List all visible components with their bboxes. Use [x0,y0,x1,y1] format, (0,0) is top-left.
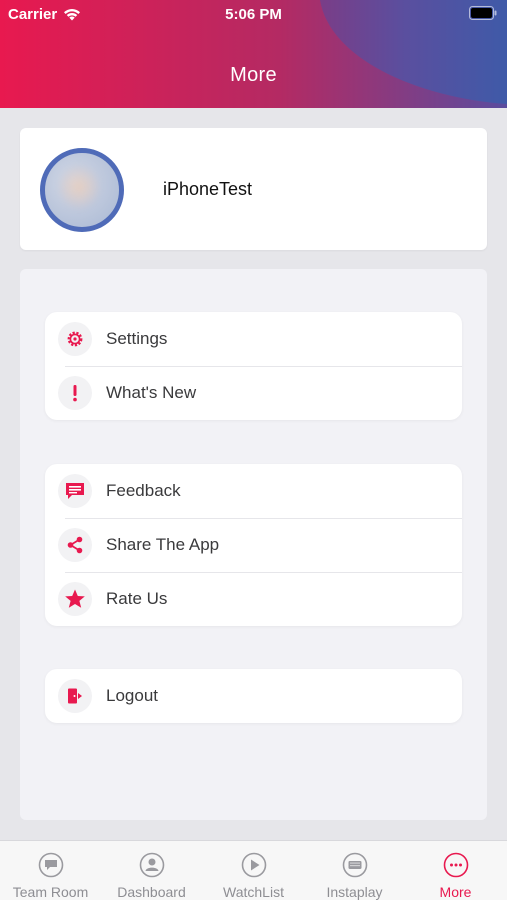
status-bar: Carrier 5:06 PM [0,4,507,24]
menu-item-rate-us[interactable]: Rate Us [45,572,462,626]
menu-item-label: Logout [106,686,158,705]
gear-icon [58,322,92,356]
profile-username: iPhoneTest [163,179,253,199]
page-title: More [230,64,277,86]
tab-label: Dashboard [117,884,186,900]
avatar[interactable] [40,148,124,232]
tab-team-room[interactable]: Team Room [0,841,101,900]
status-time: 5:06 PM [225,6,282,23]
exclamation-icon [58,376,92,410]
menu-item-share[interactable]: Share The App [45,518,462,572]
tab-instaplay[interactable]: Instaplay [304,841,405,900]
menu-item-whats-new[interactable]: What's New [45,366,462,420]
tab-label: Instaplay [326,884,383,900]
tab-watchlist[interactable]: WatchList [203,841,304,900]
chat-icon [58,474,92,508]
tab-bar: Team Room Dashboard WatchList Instaplay [0,840,507,900]
menu-group-1: Settings What's New [45,312,462,420]
menu-item-logout[interactable]: Logout [45,669,462,723]
share-icon [58,528,92,562]
menu-item-settings[interactable]: Settings [45,312,462,366]
menu-group-2: Feedback Share The App Rate Us [45,464,462,626]
menu-item-label: Feedback [106,481,181,500]
profile-card[interactable]: iPhoneTest [20,128,487,250]
battery-icon [469,6,497,20]
menu-item-label: What's New [106,383,197,402]
tab-label: More [439,884,472,900]
menu-item-feedback[interactable]: Feedback [45,464,462,518]
tab-more[interactable]: More [405,841,506,900]
menu-item-label: Settings [106,329,168,348]
user-icon [139,852,164,878]
menu-item-label: Rate Us [106,589,168,608]
star-icon [58,582,92,616]
tab-label: WatchList [223,884,284,900]
more-icon [443,852,468,878]
play-icon [241,852,266,878]
logout-icon [58,679,92,713]
keyboard-icon [342,852,367,878]
tab-label: Team Room [12,884,89,900]
menu-panel: Settings What's New Feedback Share The A… [20,269,487,820]
menu-group-3: Logout [45,669,462,723]
chat-bubble-icon [38,852,63,878]
menu-item-label: Share The App [106,535,220,554]
tab-dashboard[interactable]: Dashboard [101,841,202,900]
header: Carrier 5:06 PM More [0,0,507,108]
